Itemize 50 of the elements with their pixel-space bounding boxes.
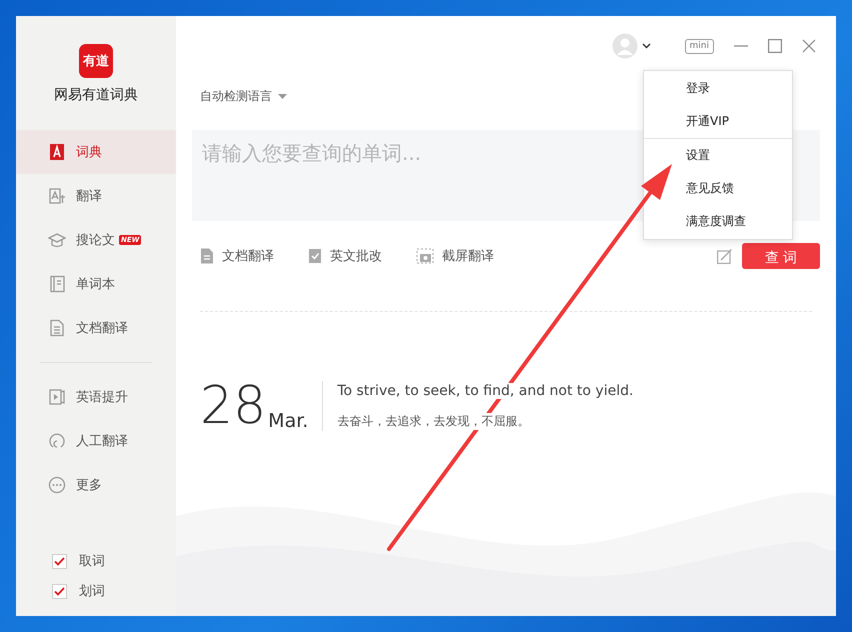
caret-icon (278, 94, 287, 98)
sidebar-item[interactable]: 词典 (16, 130, 176, 174)
language-label: 自动检测语言 (200, 88, 272, 104)
checklist-icon (308, 248, 322, 264)
edit-icon (717, 248, 732, 264)
checkbox[interactable] (52, 584, 67, 598)
tool-button[interactable]: 文档翻译 (200, 247, 274, 265)
daily-quote: To strive, to seek, to find, and not to yield. (337, 382, 634, 398)
mini-mode-button[interactable]: mini (684, 38, 714, 54)
sidebar-item-label: 文档翻译 (76, 320, 128, 337)
sidebar-item-label: 词典 (76, 144, 102, 161)
sidebar-item[interactable]: 翻译 (16, 174, 176, 218)
app-logo: 有道 (79, 44, 113, 78)
query-button[interactable]: 查 词 (742, 243, 820, 269)
sidebar-item[interactable]: 英语提升 (16, 375, 176, 419)
more-icon (48, 476, 66, 494)
document-icon (48, 319, 66, 337)
date-month: Mar. (268, 410, 308, 432)
tool-button[interactable]: 英文批改 (308, 247, 382, 265)
dictionary-icon (48, 143, 66, 161)
checkbox[interactable] (52, 554, 67, 568)
translate-icon (48, 187, 66, 205)
language-dropdown[interactable]: 自动检测语言 (192, 76, 287, 116)
avatar-icon (612, 33, 638, 59)
sidebar-item-label: 英语提升 (76, 389, 128, 406)
checkbox-label: 划词 (79, 583, 105, 600)
sidebar-item[interactable]: 更多 (16, 463, 176, 507)
menu-item[interactable]: 意见反馈 (644, 172, 792, 205)
caret-icon (642, 43, 651, 49)
checkbox-label: 取词 (79, 553, 105, 570)
sidebar-item-label: 单词本 (76, 276, 115, 293)
app-name: 网易有道词典 (54, 86, 138, 104)
screenshot-camera-icon (416, 248, 434, 264)
maximize-icon (768, 39, 782, 53)
video-book-icon (48, 388, 66, 406)
tool-button[interactable]: 截屏翻译 (416, 247, 494, 265)
sidebar-item[interactable]: 单词本 (16, 262, 176, 306)
sidebar-item-label: 更多 (76, 477, 102, 494)
sidebar-item[interactable]: 文档翻译 (16, 306, 176, 350)
menu-item[interactable]: 登录 (644, 72, 792, 105)
sidebar-item-label: 人工翻译 (76, 433, 128, 450)
sidebar-item-label: 翻译 (76, 188, 102, 205)
menu-item[interactable]: 设置 (644, 139, 792, 172)
sidebar-item[interactable]: 人工翻译 (16, 419, 176, 463)
date-day: 28 (200, 380, 266, 432)
notebook-icon (48, 275, 66, 293)
document-icon (200, 248, 214, 264)
close-icon (802, 39, 816, 53)
sidebar-item-label: 搜论文 (76, 232, 115, 249)
graduation-cap-icon (48, 231, 66, 249)
